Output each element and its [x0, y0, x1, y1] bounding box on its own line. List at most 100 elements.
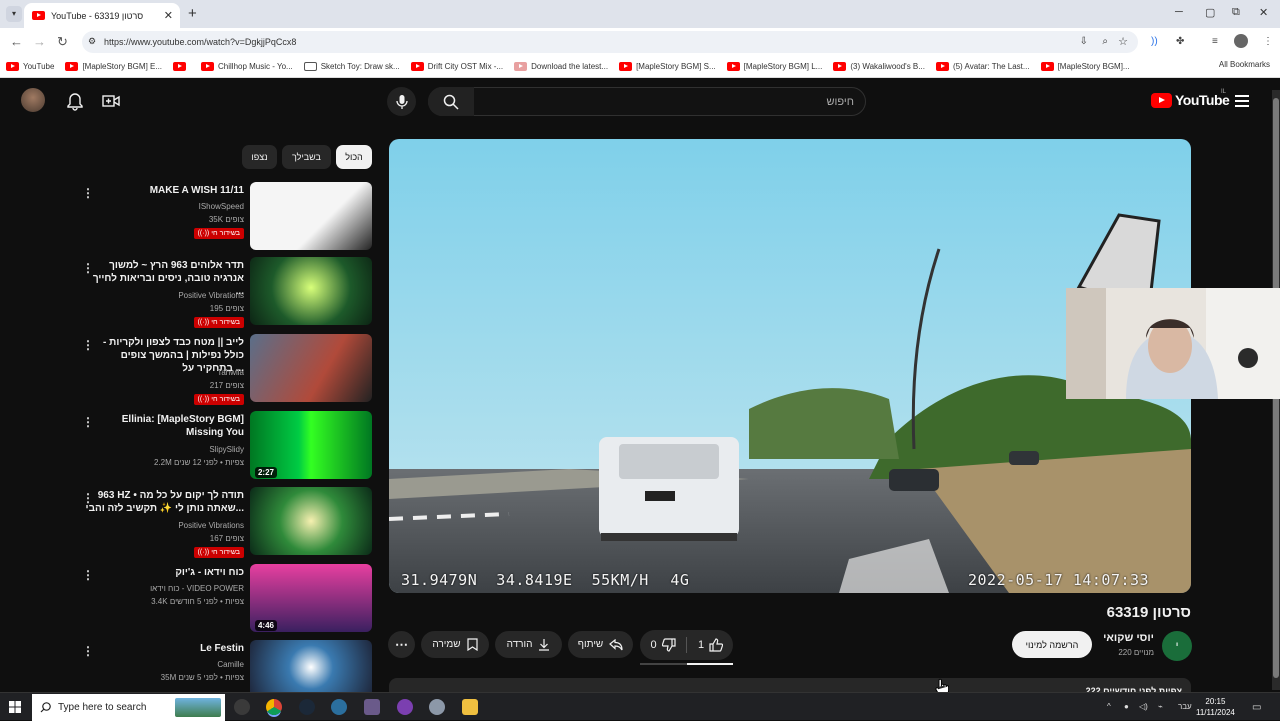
dislike-button[interactable]: 0	[640, 630, 686, 660]
voice-search-button[interactable]	[387, 87, 416, 116]
bookmark-item[interactable]: [MapleStory BGM] S...	[619, 62, 716, 71]
recommendation-title[interactable]: Le Festin	[84, 642, 244, 655]
bookmark-item[interactable]: Download the latest...	[514, 62, 608, 71]
notifications-center-icon[interactable]: ▭	[1252, 702, 1261, 713]
recommendation-more-icon[interactable]: ⋮	[82, 186, 94, 200]
account-avatar[interactable]	[21, 88, 45, 112]
taskbar-chrome-icon[interactable]	[266, 699, 282, 715]
reload-icon[interactable]: ↻	[57, 34, 68, 50]
address-bar[interactable]: ⚙ https://www.youtube.com/watch?v=DgkjjP…	[82, 31, 1138, 53]
bookmark-item[interactable]	[173, 62, 190, 71]
all-bookmarks-folder[interactable]: All Bookmarks	[1200, 60, 1270, 69]
profile-avatar-icon[interactable]	[1234, 34, 1248, 48]
recommendation-more-icon[interactable]: ⋮	[82, 415, 94, 429]
recommendation-channel[interactable]: SlipySlidy	[209, 445, 244, 454]
bookmark-item[interactable]: Drift City OST Mix -...	[410, 62, 503, 71]
search-input[interactable]: חיפוש	[428, 87, 866, 116]
recommendation-item[interactable]: 963 HZ • תודה לך יקום על כל מה שאתה נותן…	[76, 487, 374, 559]
save-button[interactable]: שמירה	[421, 631, 489, 658]
forward-arrow-icon[interactable]: →	[33, 34, 46, 49]
more-actions-button[interactable]: ⋯	[388, 631, 415, 658]
network-tray-icon[interactable]: ⌁	[1158, 702, 1163, 711]
taskbar-file-explorer-icon[interactable]	[462, 699, 478, 715]
channel-avatar[interactable]: י	[1162, 631, 1192, 661]
recommendation-item[interactable]: כוח וידאו - ג'יוק כוח וידאו - VIDEO POWER…	[76, 564, 374, 636]
taskbar-app-recorder-icon[interactable]	[234, 699, 250, 715]
recommendation-title[interactable]: כוח וידאו - ג'יוק	[84, 566, 244, 579]
download-button[interactable]: הורדה	[495, 631, 562, 658]
search-button[interactable]	[428, 87, 474, 116]
recommendation-item[interactable]: לייב || מטח כבד לצפון ולקריות - כולל נפי…	[76, 334, 374, 406]
media-control-icon[interactable]: ≡	[1212, 36, 1218, 47]
recommendation-channel[interactable]: Camille	[217, 660, 244, 669]
site-info-icon[interactable]: ⚙	[88, 36, 96, 47]
recommendation-item[interactable]: Ellinia: [MapleStory BGM] Missing You Sli…	[76, 411, 374, 483]
recommendation-item[interactable]: MAKE A WISH 11/11 IShowSpeed 35K צופים ((·)…	[76, 182, 374, 254]
recommendation-channel[interactable]: IShowSpeed	[199, 202, 244, 211]
recommendation-more-icon[interactable]: ⋮	[82, 261, 94, 275]
browser-tab-youtube[interactable]: YouTube - סרטון 63319 ✕	[24, 3, 180, 28]
bookmark-item[interactable]: (3) Wakaliwood's B...	[833, 62, 925, 71]
taskbar-clock[interactable]: 20:15 11/11/2024	[1196, 696, 1235, 718]
recommendation-title[interactable]: MAKE A WISH 11/11	[84, 184, 244, 197]
recommendation-more-icon[interactable]: ⋮	[82, 491, 94, 505]
zoom-icon[interactable]: ⌕	[1102, 36, 1108, 47]
input-language[interactable]: עבר	[1178, 702, 1192, 711]
volume-tray-icon[interactable]: ◁)	[1139, 702, 1148, 711]
extension-audio-icon[interactable]: ))	[1151, 36, 1158, 47]
taskbar-steam-icon[interactable]	[299, 699, 315, 715]
bookmark-item[interactable]: [MapleStory BGM]...	[1040, 62, 1130, 71]
video-thumbnail[interactable]	[250, 182, 372, 250]
chip-all[interactable]: הכול	[336, 145, 372, 169]
like-button[interactable]: 1	[688, 630, 733, 660]
chrome-menu-icon[interactable]: ⋮	[1263, 36, 1273, 47]
video-thumbnail[interactable]	[250, 487, 372, 555]
taskbar-app-purple-icon[interactable]	[364, 699, 380, 715]
subscribe-button[interactable]: הרשמה למינוי	[1012, 631, 1092, 658]
bookmark-item[interactable]: (5) Avatar: The Last...	[935, 62, 1030, 71]
close-tab-icon[interactable]: ✕	[164, 9, 173, 22]
chip-watched[interactable]: נצפו	[242, 145, 277, 169]
close-window-button[interactable]: ✕	[1259, 6, 1268, 19]
minimize-window-button[interactable]: ─	[1175, 6, 1183, 18]
bookmark-item[interactable]: Sketch Toy: Draw sk...	[303, 62, 400, 71]
chip-for-you[interactable]: בשבילך	[282, 145, 331, 169]
windows-start-icon[interactable]	[9, 701, 21, 713]
maximize-window-button[interactable]: ⧉	[1232, 6, 1240, 19]
recommendation-channel[interactable]: Positive Vibrations	[178, 291, 244, 300]
recommendation-more-icon[interactable]: ⋮	[82, 568, 94, 582]
recommendation-item[interactable]: תדר אלוהים 963 הרץ ~ למשוך אנרגיה טובה, …	[76, 257, 374, 329]
recommendation-more-icon[interactable]: ⋮	[82, 338, 94, 352]
taskbar-app-gray-icon[interactable]	[429, 699, 445, 715]
bookmark-item[interactable]: [MapleStory BGM] E...	[65, 62, 162, 71]
bookmark-item[interactable]: [MapleStory BGM] L...	[726, 62, 822, 71]
bookmark-item[interactable]: YouTube	[6, 62, 54, 71]
notifications-bell-icon[interactable]	[67, 93, 83, 111]
back-arrow-icon[interactable]: ←	[10, 34, 23, 49]
bookmark-star-icon[interactable]: ☆	[1118, 35, 1128, 48]
show-hidden-icons-icon[interactable]: ^	[1107, 702, 1111, 711]
recommendation-more-icon[interactable]: ⋮	[82, 644, 94, 658]
video-thumbnail[interactable]	[250, 334, 372, 402]
recommendation-channel[interactable]: כוח וידאו - VIDEO POWER	[150, 584, 244, 593]
taskbar-app-discord-icon[interactable]	[397, 699, 413, 715]
microphone-tray-icon[interactable]: ●	[1124, 702, 1129, 711]
video-thumbnail[interactable]	[250, 257, 372, 325]
recommendation-title[interactable]: Ellinia: [MapleStory BGM] Missing You	[84, 413, 244, 439]
recommendation-channel[interactable]: Tahwila	[217, 368, 244, 377]
new-tab-button[interactable]: +	[188, 5, 197, 22]
extensions-puzzle-icon[interactable]: ✤	[1176, 36, 1184, 47]
bookmark-item[interactable]: Chillhop Music - Yo...	[201, 62, 293, 71]
youtube-logo[interactable]: YouTube IL	[1151, 89, 1230, 108]
install-icon[interactable]: ⇩	[1080, 36, 1088, 47]
recommendation-title[interactable]: 963 HZ • תודה לך יקום על כל מה שאתה נותן…	[84, 489, 244, 515]
taskbar-search-input[interactable]: Type here to search	[32, 694, 225, 721]
create-video-icon[interactable]	[102, 93, 120, 109]
recommendation-channel[interactable]: Positive Vibrations	[178, 521, 244, 530]
taskbar-app-c-icon[interactable]	[331, 699, 347, 715]
restore-window-button[interactable]: ▢	[1205, 6, 1215, 19]
guide-menu-icon[interactable]	[1235, 95, 1249, 110]
share-button[interactable]: שיתוף	[568, 631, 633, 658]
tab-search-button[interactable]: ▾	[6, 6, 22, 22]
channel-name[interactable]: יוסי שקואי	[1103, 632, 1154, 644]
